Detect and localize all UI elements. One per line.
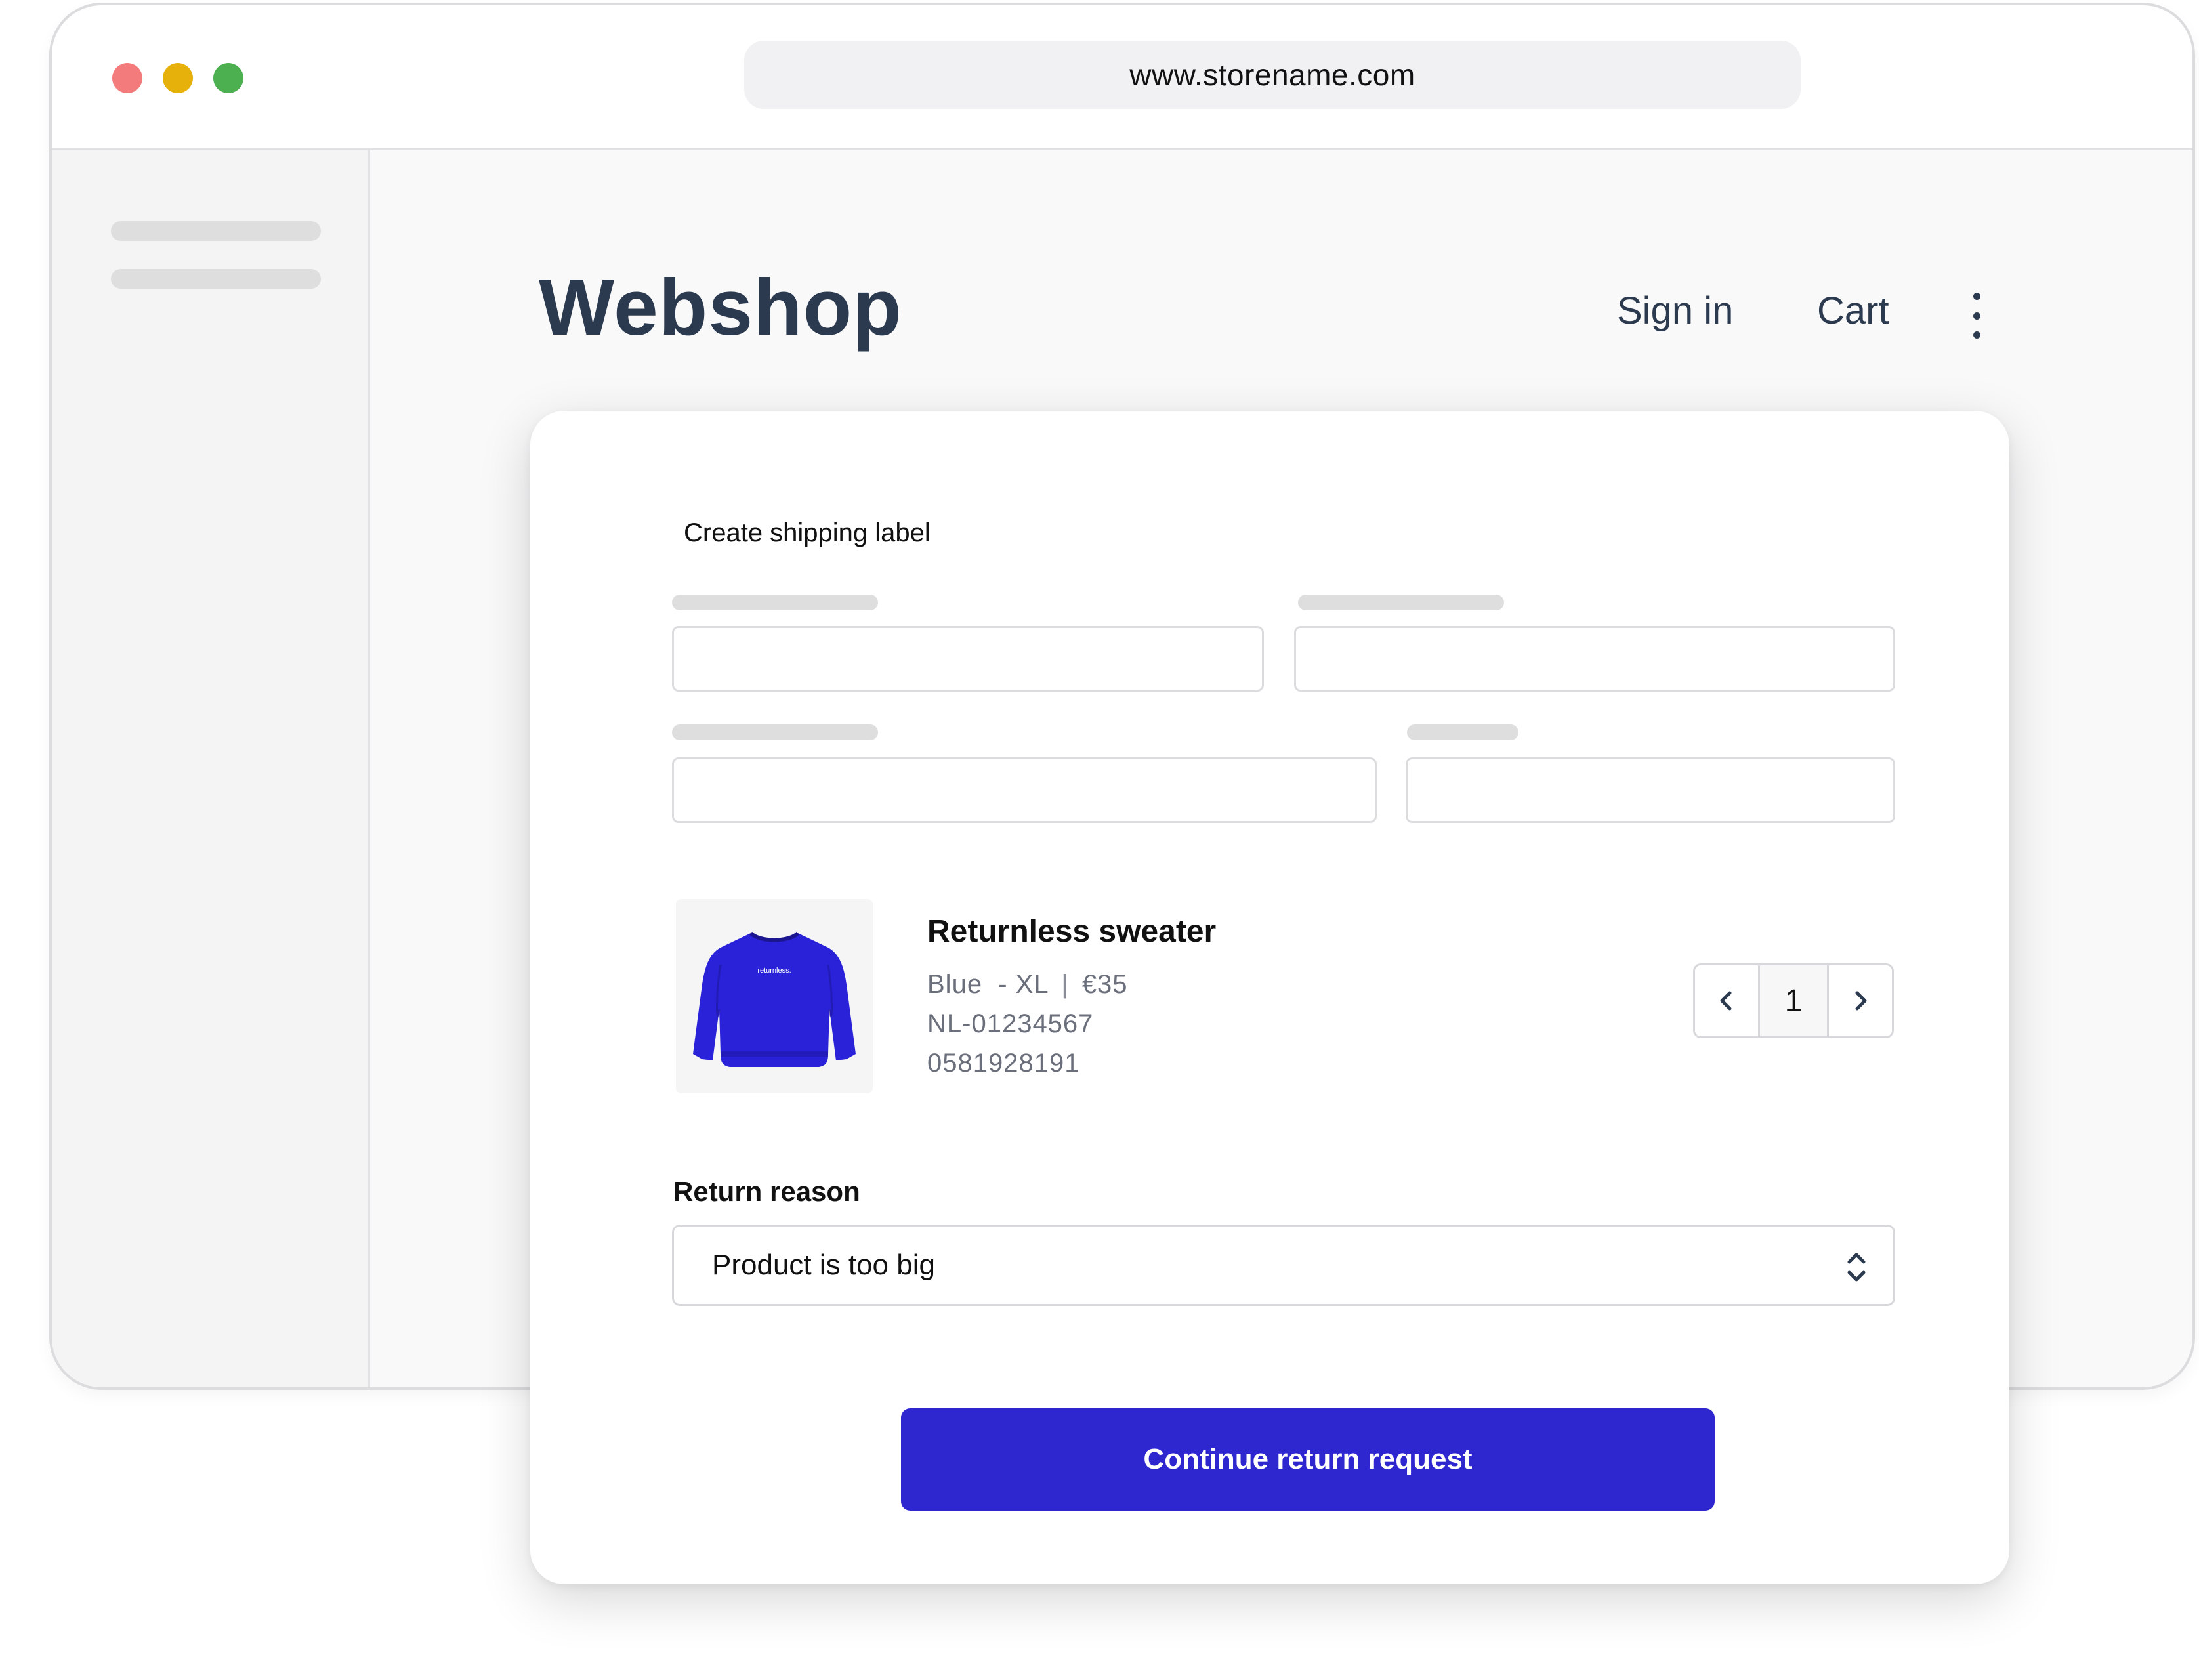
field-label-placeholder: [672, 595, 878, 610]
address-bar[interactable]: www.storename.com: [744, 41, 1801, 109]
url-text: www.storename.com: [1129, 58, 1415, 92]
product-ean: 0581928191: [927, 1049, 1080, 1078]
meta-divider: |: [1061, 970, 1069, 999]
quantity-value[interactable]: 1: [1758, 965, 1829, 1036]
field-label-placeholder: [1407, 724, 1518, 740]
site-brand[interactable]: Webshop: [539, 261, 902, 353]
shipping-label-card: Create shipping label returnless. Return…: [530, 411, 2009, 1584]
product-sku: NL-01234567: [927, 1009, 1094, 1038]
sidebar-placeholder-line: [111, 221, 321, 241]
sign-in-link[interactable]: Sign in: [1617, 289, 1733, 333]
form-input-2[interactable]: [1294, 626, 1895, 692]
chevron-right-icon: [1855, 991, 1867, 1011]
field-label-placeholder: [1298, 595, 1504, 610]
form-input-3[interactable]: [672, 757, 1377, 823]
product-variant: Blue - XL: [927, 970, 1049, 999]
return-reason-select[interactable]: Product is too big: [672, 1225, 1895, 1306]
product-name: Returnless sweater: [927, 914, 1217, 949]
chevron-left-icon: [1720, 991, 1732, 1011]
decrease-quantity-button[interactable]: [1695, 965, 1758, 1036]
increase-quantity-button[interactable]: [1829, 965, 1892, 1036]
cart-link[interactable]: Cart: [1817, 289, 1889, 333]
card-title: Create shipping label: [684, 518, 931, 547]
product-variant-price: Blue - XL | €35: [927, 970, 1128, 999]
field-label-placeholder: [672, 724, 878, 740]
select-updown-icon: [1847, 1253, 1866, 1282]
browser-titlebar: www.storename.com: [52, 5, 2192, 150]
quantity-stepper: 1: [1693, 963, 1894, 1038]
continue-return-request-button[interactable]: Continue return request: [901, 1408, 1715, 1511]
product-image: returnless.: [676, 899, 873, 1093]
more-menu-icon[interactable]: [1967, 293, 1986, 339]
window-minimize-dot[interactable]: [163, 63, 193, 93]
return-reason-value: Product is too big: [712, 1249, 935, 1281]
sidebar-placeholder-line: [111, 269, 321, 289]
sidebar: [52, 150, 370, 1387]
return-reason-label: Return reason: [673, 1176, 860, 1207]
form-input-4[interactable]: [1406, 757, 1895, 823]
product-price: €35: [1081, 970, 1128, 999]
sweater-icon: returnless.: [693, 931, 856, 1067]
window-maximize-dot[interactable]: [213, 63, 243, 93]
form-input-1[interactable]: [672, 626, 1264, 692]
window-close-dot[interactable]: [112, 63, 142, 93]
sweater-print-text: returnless.: [757, 967, 791, 975]
